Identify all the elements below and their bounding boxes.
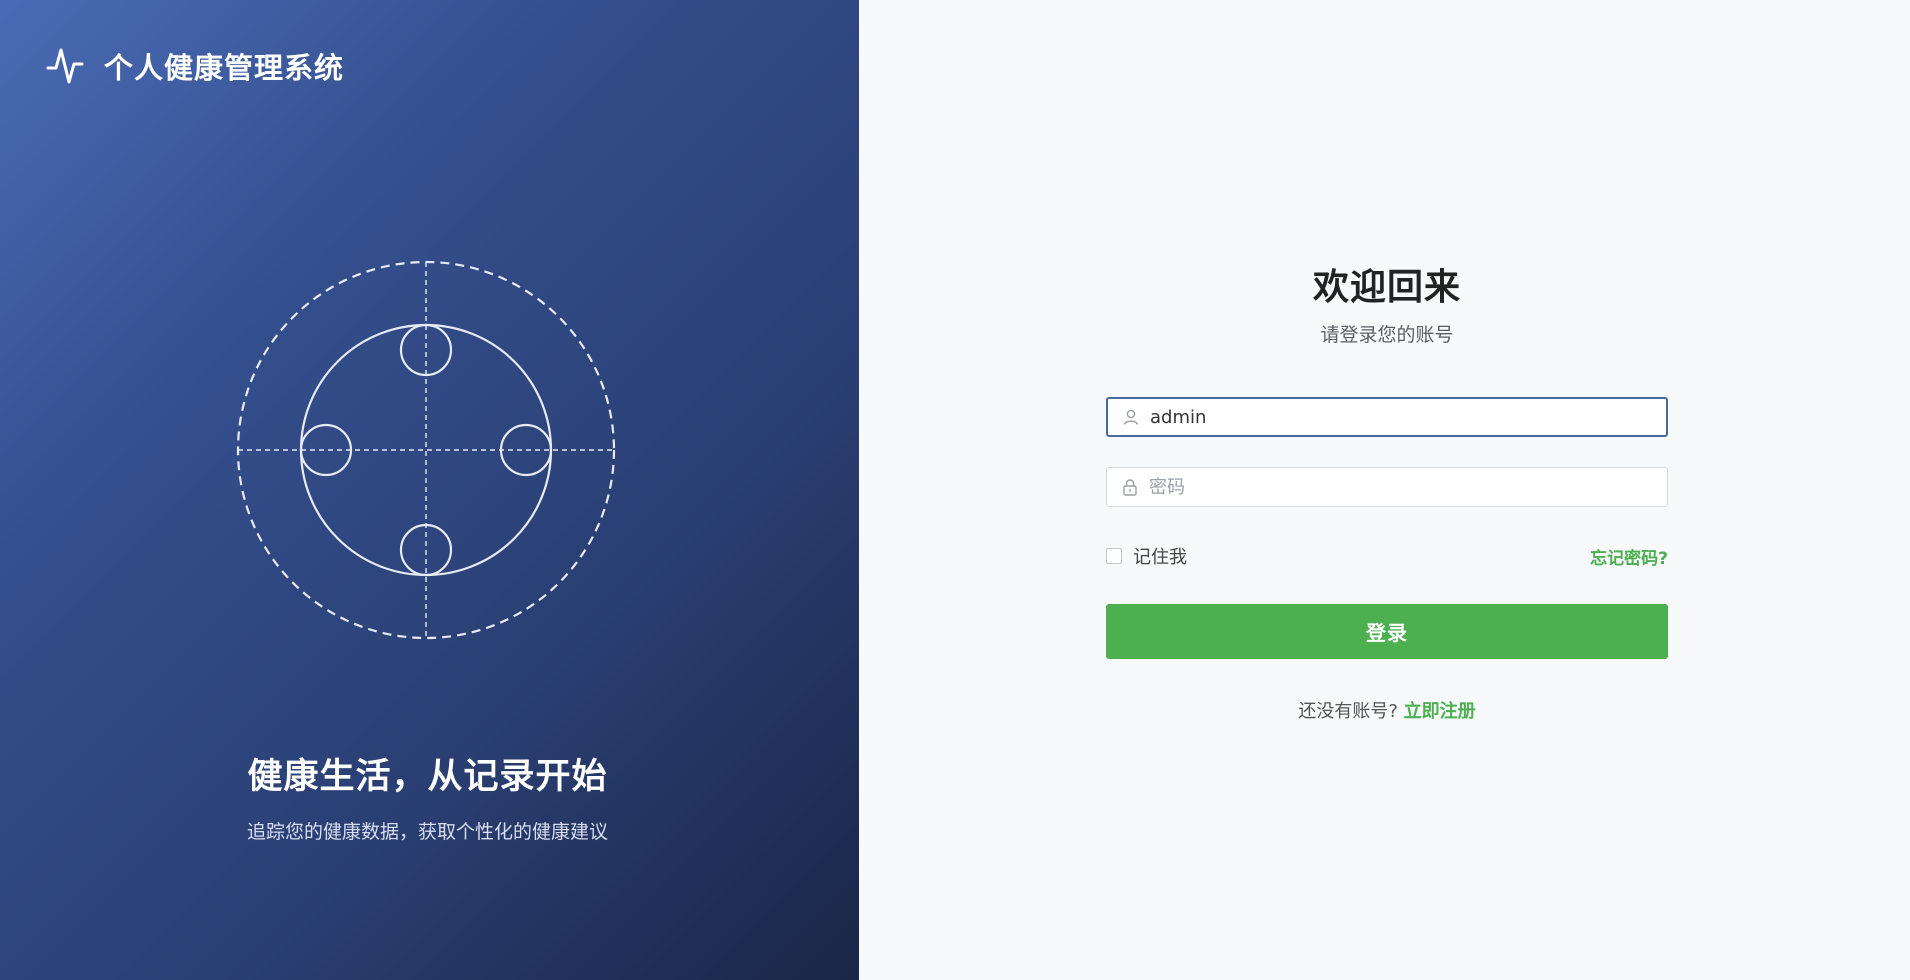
register-prompt: 还没有账号? 立即注册: [1106, 697, 1668, 723]
login-options: 记住我 忘记密码?: [1106, 543, 1668, 569]
remember-me[interactable]: 记住我: [1106, 543, 1187, 569]
user-icon: [1123, 409, 1139, 425]
login-form: 欢迎回来 请登录您的账号 记住我: [1106, 258, 1668, 723]
heartbeat-pulse-icon: [46, 48, 84, 84]
register-prompt-text: 还没有账号?: [1298, 701, 1398, 722]
hero-tagline: 健康生活，从记录开始: [247, 757, 608, 797]
brand: 个人健康管理系统: [46, 44, 344, 88]
login-page: 个人健康管理系统 健康生活，从记录开始 追踪您的健康数据，获取个性化的健康建议 …: [0, 0, 1910, 980]
login-button[interactable]: 登录: [1106, 604, 1668, 659]
login-subtitle: 请登录您的账号: [1320, 324, 1454, 346]
password-field[interactable]: [1106, 467, 1668, 507]
remember-me-label: 记住我: [1133, 547, 1187, 568]
hero-subtext: 追踪您的健康数据，获取个性化的健康建议: [246, 821, 608, 843]
login-panel: 欢迎回来 请登录您的账号 记住我: [859, 0, 1910, 980]
lock-icon: [1123, 479, 1137, 496]
username-field[interactable]: [1106, 397, 1668, 437]
remember-me-checkbox[interactable]: [1106, 548, 1122, 564]
forgot-password-link[interactable]: 忘记密码?: [1590, 544, 1668, 569]
register-link[interactable]: 立即注册: [1404, 701, 1476, 722]
app-name: 个人健康管理系统: [104, 51, 345, 85]
hero-panel: 个人健康管理系统 健康生活，从记录开始 追踪您的健康数据，获取个性化的健康建议: [0, 0, 859, 980]
password-input[interactable]: [1149, 476, 1649, 498]
username-input[interactable]: [1150, 406, 1650, 428]
login-title: 欢迎回来: [1312, 267, 1461, 308]
health-illustration: [236, 260, 616, 640]
